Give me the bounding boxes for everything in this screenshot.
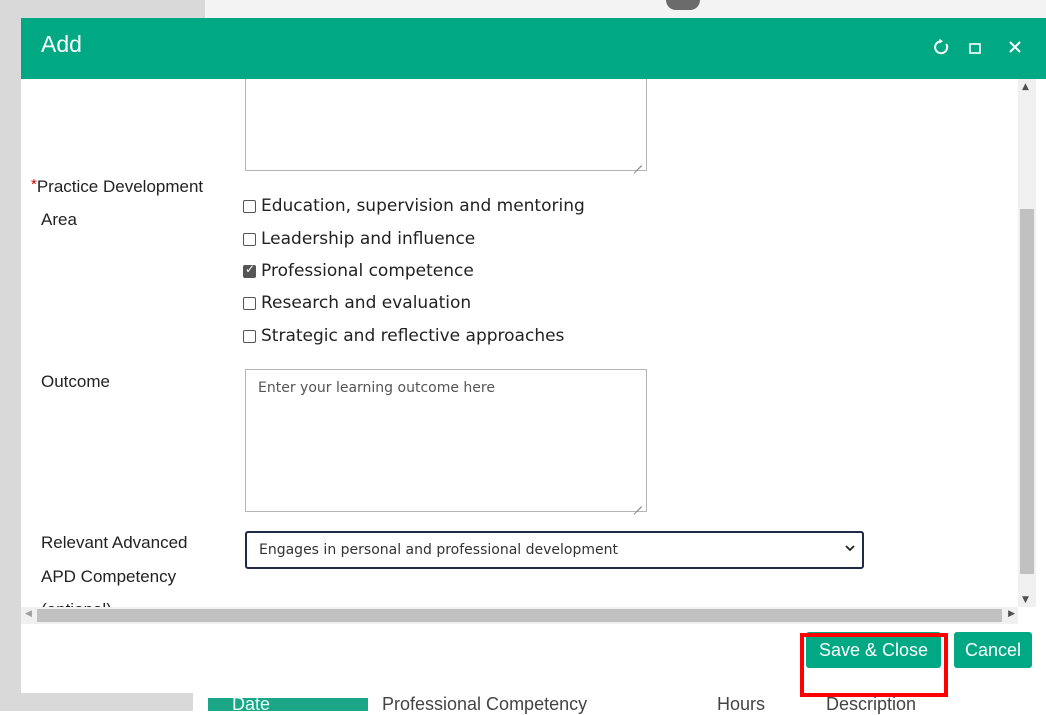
required-indicator: * <box>31 176 37 193</box>
checkbox-education[interactable]: Education, supervision and mentoring <box>243 192 585 220</box>
scroll-left-arrow-icon[interactable]: ◀ <box>25 609 32 619</box>
description-textarea[interactable] <box>245 79 647 171</box>
checkbox-label: Strategic and reflective approaches <box>261 326 565 346</box>
highlight-box <box>800 633 948 697</box>
outcome-textarea[interactable] <box>245 369 647 512</box>
dialog-body: *Practice Development Area Education, su… <box>21 79 1046 613</box>
background-page-strip <box>205 0 1046 18</box>
outcome-label: Outcome <box>41 372 110 391</box>
add-dialog: Add *Practice Development Area Education… <box>21 18 1046 693</box>
resize-grip-icon[interactable] <box>633 498 643 508</box>
vertical-scroll-thumb[interactable] <box>1020 209 1034 574</box>
background-col-hours: Hours <box>717 694 766 714</box>
checkbox-icon[interactable] <box>243 232 256 246</box>
checkbox-professional-competence[interactable]: Professional competence <box>243 257 474 285</box>
checkbox-research[interactable]: Research and evaluation <box>243 289 471 317</box>
chevron-down-icon <box>844 542 856 557</box>
competency-label-line2: APD Competency <box>41 567 177 586</box>
practice-area-label: *Practice Development <box>31 170 203 204</box>
competency-label-line1: Relevant Advanced <box>41 533 188 552</box>
checkbox-icon[interactable] <box>243 329 256 343</box>
checkbox-icon[interactable] <box>243 296 256 310</box>
checkbox-label: Leadership and influence <box>261 229 476 249</box>
background-col-competency: Professional Competency <box>382 694 588 714</box>
maximize-icon[interactable] <box>961 34 989 62</box>
background-avatar <box>666 0 700 10</box>
checkbox-icon[interactable] <box>243 199 256 213</box>
practice-area-label-line2: Area <box>41 210 77 229</box>
dialog-header: Add <box>21 18 1046 79</box>
close-icon[interactable] <box>1001 34 1029 62</box>
checkbox-strategic[interactable]: Strategic and reflective approaches <box>243 322 564 350</box>
scroll-right-arrow-icon[interactable]: ▶ <box>1008 609 1015 619</box>
checkbox-leadership[interactable]: Leadership and influence <box>243 225 475 253</box>
competency-select[interactable]: Engages in personal and professional dev… <box>245 531 864 569</box>
horizontal-scrollbar[interactable]: ◀ ▶ <box>21 607 1018 624</box>
resize-grip-icon[interactable] <box>633 157 643 167</box>
checkbox-checked-icon[interactable] <box>243 262 256 278</box>
scroll-down-arrow-icon[interactable]: ▼ <box>1022 595 1029 605</box>
scroll-up-arrow-icon[interactable]: ▲ <box>1022 82 1029 92</box>
horizontal-scroll-thumb[interactable] <box>37 609 1002 622</box>
checkbox-label: Education, supervision and mentoring <box>261 196 585 216</box>
checkbox-label: Professional competence <box>261 261 474 281</box>
background-col-description: Description <box>826 694 917 714</box>
refresh-icon[interactable] <box>927 34 955 63</box>
competency-select-value: Engages in personal and professional dev… <box>259 542 618 558</box>
cancel-button[interactable]: Cancel <box>954 632 1032 668</box>
background-col-date: Date <box>232 694 271 714</box>
vertical-scrollbar[interactable]: ▲ ▼ <box>1018 79 1036 607</box>
practice-area-label-line1: Practice Development <box>36 177 204 196</box>
checkbox-label: Research and evaluation <box>261 293 472 313</box>
dialog-title: Add <box>41 31 82 57</box>
